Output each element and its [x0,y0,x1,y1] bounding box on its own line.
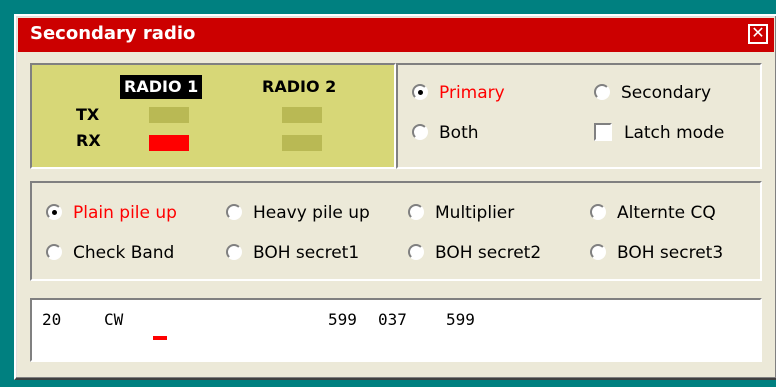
tx-label: TX [76,105,100,124]
radio-dot-selected-icon [46,204,62,220]
radio1-tx-indicator [149,107,189,123]
option-multiplier[interactable]: Multiplier [408,201,514,225]
radio-mode-panel: Primary Secondary Both Latch mode [396,63,762,169]
radio-dot-icon [46,244,62,260]
radio2-tx-indicator [282,107,322,123]
option-boh-secret1[interactable]: BOH secret1 [226,241,359,265]
radio-dot-icon [594,84,610,100]
radio-status-panel: RADIO 1 RADIO 2 TX RX [30,63,396,169]
radio1-label: RADIO 1 [120,75,203,99]
radio-both[interactable]: Both [412,121,479,145]
mode-value: CW [104,310,124,329]
rst-sent-value: 599 [328,310,357,329]
pileup-mode-panel: Plain pile up Heavy pile up Multiplier A… [30,181,762,281]
radio-dot-icon [590,204,606,220]
rx-label: RX [76,131,101,150]
secondary-radio-window: Secondary radio ✕ RADIO 1 RADIO 2 TX RX … [14,14,776,380]
radio-dot-selected-icon [412,84,428,100]
radio-dot-icon [408,204,424,220]
title-bar[interactable]: Secondary radio ✕ [18,18,774,52]
radio-secondary[interactable]: Secondary [594,81,711,105]
close-button[interactable]: ✕ [748,24,768,44]
option-alternate-cq[interactable]: Alternte CQ [590,201,716,225]
serial-value: 037 [378,310,407,329]
window-title: Secondary radio [30,23,196,44]
option-check-band[interactable]: Check Band [46,241,174,265]
rst-rcvd-value: 599 [446,310,475,329]
radio2-rx-indicator [282,135,322,151]
option-boh-secret3[interactable]: BOH secret3 [590,241,723,265]
radio-dot-icon [226,204,242,220]
option-boh-secret2[interactable]: BOH secret2 [408,241,541,265]
radio-dot-icon [226,244,242,260]
latch-mode-checkbox[interactable]: Latch mode [594,121,724,145]
radio-dot-icon [412,124,428,140]
radio1-rx-indicator [149,135,189,151]
radio-dot-icon [408,244,424,260]
radio2-label: RADIO 2 [262,77,337,96]
text-cursor [153,336,167,340]
band-value: 20 [42,310,62,329]
radio-dot-icon [590,244,606,260]
radio-primary[interactable]: Primary [412,81,505,105]
close-icon: ✕ [751,23,765,42]
option-plain-pile-up[interactable]: Plain pile up [46,201,177,225]
qso-entry-field[interactable]: 20 CW 599 037 599 [30,298,762,362]
option-heavy-pile-up[interactable]: Heavy pile up [226,201,370,225]
checkbox-icon [594,123,612,141]
